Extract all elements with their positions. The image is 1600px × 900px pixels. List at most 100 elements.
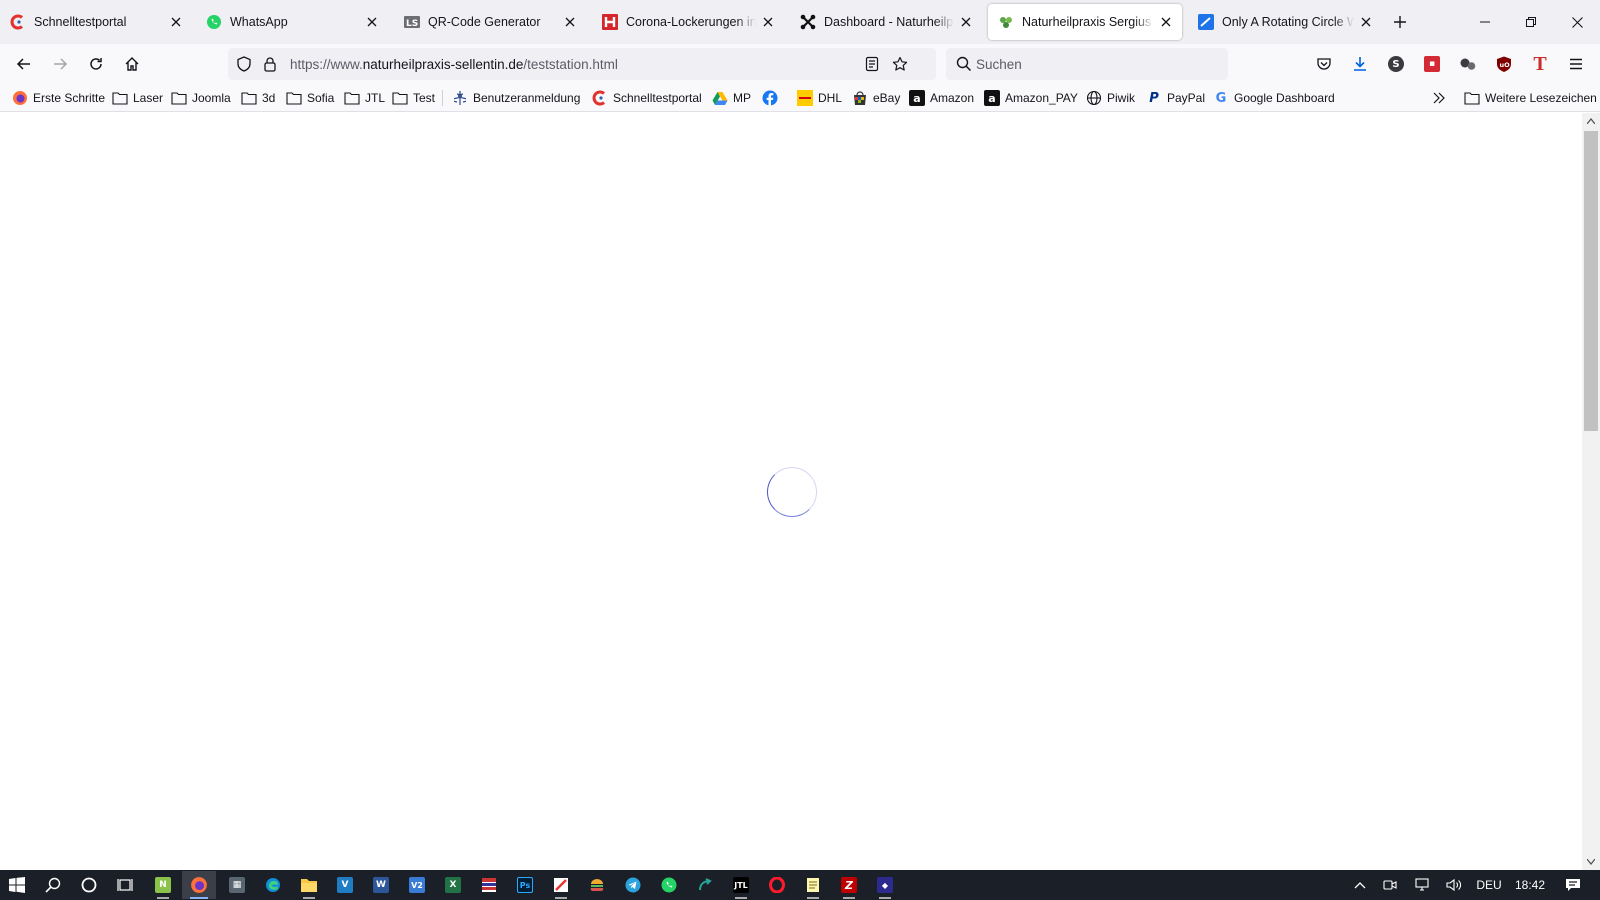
taskbar-app-burger[interactable] bbox=[580, 871, 614, 899]
home-button[interactable] bbox=[118, 50, 146, 78]
bookmark-folder-joomla[interactable]: Joomla bbox=[171, 89, 231, 107]
url-bar[interactable]: https://www.naturheilpraxis-sellentin.de… bbox=[228, 48, 936, 80]
tab-whatsapp[interactable]: WhatsApp bbox=[196, 4, 388, 40]
restore-button[interactable] bbox=[1508, 0, 1554, 44]
reader-view-icon[interactable] bbox=[864, 56, 880, 75]
input-language-indicator[interactable]: DEU bbox=[1472, 870, 1506, 900]
bookmark-erste-schritte[interactable]: Erste Schritte bbox=[12, 89, 105, 107]
bookmark-google-dashboard[interactable]: G Google Dashboard bbox=[1213, 89, 1335, 107]
bookmark-star-icon[interactable] bbox=[892, 56, 908, 75]
forward-button[interactable] bbox=[46, 50, 74, 78]
taskbar-app-calculator[interactable]: ▦ bbox=[220, 871, 254, 899]
bookmark-folder-jtl[interactable]: JTL bbox=[344, 89, 385, 107]
bookmark-piwik[interactable]: Piwik bbox=[1086, 89, 1135, 107]
bookmark-paypal[interactable]: P PayPal bbox=[1146, 89, 1205, 107]
folder-icon bbox=[1464, 90, 1480, 106]
taskbar-app-whatsapp[interactable] bbox=[652, 871, 686, 899]
close-window-button[interactable] bbox=[1554, 0, 1600, 44]
cortana-button[interactable] bbox=[72, 871, 106, 899]
taskbar-app-opera[interactable] bbox=[760, 871, 794, 899]
clock[interactable]: 18:42 bbox=[1508, 870, 1552, 900]
tab-corona-lockerungen[interactable]: Corona-Lockerungen in Baden-Württemberg bbox=[592, 4, 784, 40]
bookmark-dhl[interactable]: DHL bbox=[797, 89, 842, 107]
other-bookmarks-folder[interactable]: Weitere Lesezeichen bbox=[1464, 89, 1597, 107]
scrollbar-thumb[interactable] bbox=[1584, 131, 1598, 431]
action-center-button[interactable] bbox=[1556, 870, 1590, 900]
bookmark-facebook[interactable] bbox=[762, 89, 783, 107]
tab-qr-code-generator[interactable]: LS QR-Code Generator bbox=[394, 4, 586, 40]
tab-close-icon[interactable] bbox=[958, 14, 974, 30]
tab-close-icon[interactable] bbox=[760, 14, 776, 30]
taskbar-app-draw[interactable] bbox=[544, 871, 578, 899]
network-button[interactable] bbox=[1410, 870, 1434, 900]
tab-naturheilpraxis-sergius[interactable]: Naturheilpraxis Sergius und bbox=[988, 4, 1182, 40]
taskbar-app-database[interactable]: ◆ bbox=[868, 871, 902, 899]
bookmark-folder-sofia[interactable]: Sofia bbox=[286, 89, 334, 107]
taskbar-app-photoshop[interactable]: Ps bbox=[508, 871, 542, 899]
taskbar-app-vs-code[interactable]: V2 bbox=[400, 871, 434, 899]
taskbar-app-telegram[interactable] bbox=[616, 871, 650, 899]
tab-title: QR-Code Generator bbox=[428, 15, 541, 29]
bookmark-amazon[interactable]: a Amazon bbox=[909, 89, 974, 107]
bookmark-folder-test[interactable]: Test bbox=[392, 89, 435, 107]
taskbar-app-notepad-plus[interactable]: N bbox=[146, 871, 180, 899]
start-button[interactable] bbox=[0, 871, 34, 899]
search-bar[interactable]: Suchen bbox=[946, 48, 1228, 80]
taskbar-app-filezilla[interactable]: Z bbox=[832, 871, 866, 899]
tab-close-icon[interactable] bbox=[1358, 14, 1374, 30]
task-view-button[interactable] bbox=[108, 871, 142, 899]
tab-dashboard-naturheilpraxis[interactable]: Dashboard - Naturheilpraxis bbox=[790, 4, 982, 40]
bookmark-mp[interactable]: MP bbox=[712, 89, 751, 107]
tab-close-icon[interactable] bbox=[562, 14, 578, 30]
back-button[interactable] bbox=[10, 50, 38, 78]
taskbar-app-vnc[interactable]: V bbox=[328, 871, 362, 899]
opera-icon bbox=[769, 877, 785, 893]
extension-s-button[interactable]: S bbox=[1382, 50, 1410, 78]
volume-button[interactable] bbox=[1442, 870, 1466, 900]
taskbar-app-arrow[interactable] bbox=[688, 871, 722, 899]
taskbar-app-firefox[interactable] bbox=[182, 871, 216, 899]
ublock-button[interactable]: uO bbox=[1490, 50, 1518, 78]
extension-red-button[interactable]: ▪ bbox=[1418, 50, 1446, 78]
scroll-up-arrow[interactable] bbox=[1582, 113, 1600, 129]
url-text[interactable]: https://www.naturheilpraxis-sellentin.de… bbox=[290, 57, 618, 72]
taskbar-app-word[interactable]: W bbox=[364, 871, 398, 899]
bookmark-benutzeranmeldung[interactable]: Benutzeranmeldung bbox=[452, 89, 580, 107]
tab-close-icon[interactable] bbox=[168, 14, 184, 30]
new-tab-button[interactable] bbox=[1390, 12, 1410, 32]
tab-strip: Schnelltestportal WhatsApp LS QR-Code Ge… bbox=[0, 0, 1600, 44]
minimize-button[interactable] bbox=[1462, 0, 1508, 44]
tab-only-a-rotating-circle[interactable]: Only A Rotating Circle When bbox=[1188, 4, 1382, 40]
extension-gears-button[interactable] bbox=[1454, 50, 1482, 78]
taskbar-search-button[interactable] bbox=[36, 871, 70, 899]
show-hidden-icons-button[interactable] bbox=[1348, 870, 1372, 900]
vertical-scrollbar[interactable] bbox=[1582, 113, 1600, 870]
tracking-protection-shield-icon[interactable] bbox=[236, 56, 252, 75]
bookmarks-overflow-button[interactable] bbox=[1432, 89, 1446, 107]
bookmark-folder-laser[interactable]: Laser bbox=[112, 89, 163, 107]
bookmark-folder-3d[interactable]: 3d bbox=[241, 89, 275, 107]
meet-now-button[interactable] bbox=[1378, 870, 1402, 900]
bookmark-ebay[interactable]: eBay bbox=[852, 89, 900, 107]
v2-app-icon: V2 bbox=[409, 877, 425, 893]
pocket-button[interactable] bbox=[1310, 50, 1338, 78]
reload-button[interactable] bbox=[82, 50, 110, 78]
taskbar-app-file-explorer[interactable] bbox=[292, 871, 326, 899]
tab-schnelltestportal[interactable]: Schnelltestportal bbox=[0, 4, 192, 40]
scroll-down-arrow[interactable] bbox=[1582, 854, 1600, 870]
app-menu-button[interactable] bbox=[1562, 50, 1590, 78]
lock-icon[interactable] bbox=[262, 56, 278, 75]
tab-close-icon[interactable] bbox=[364, 14, 380, 30]
taskbar-app-jtl[interactable]: JTL bbox=[724, 871, 758, 899]
bookmark-schnelltestportal[interactable]: Schnelltestportal bbox=[592, 89, 702, 107]
taskbar-app-edge[interactable] bbox=[256, 871, 290, 899]
tab-close-icon[interactable] bbox=[1158, 14, 1174, 30]
home-icon bbox=[125, 57, 139, 71]
taskbar-app-flag[interactable] bbox=[472, 871, 506, 899]
bookmark-amazon-pay[interactable]: a Amazon_PAY bbox=[984, 89, 1078, 107]
extension-t-button[interactable]: T bbox=[1526, 50, 1554, 78]
search-input[interactable]: Suchen bbox=[976, 57, 1022, 72]
downloads-button[interactable] bbox=[1346, 50, 1374, 78]
taskbar-app-excel[interactable]: X bbox=[436, 871, 470, 899]
taskbar-app-notes[interactable] bbox=[796, 871, 830, 899]
